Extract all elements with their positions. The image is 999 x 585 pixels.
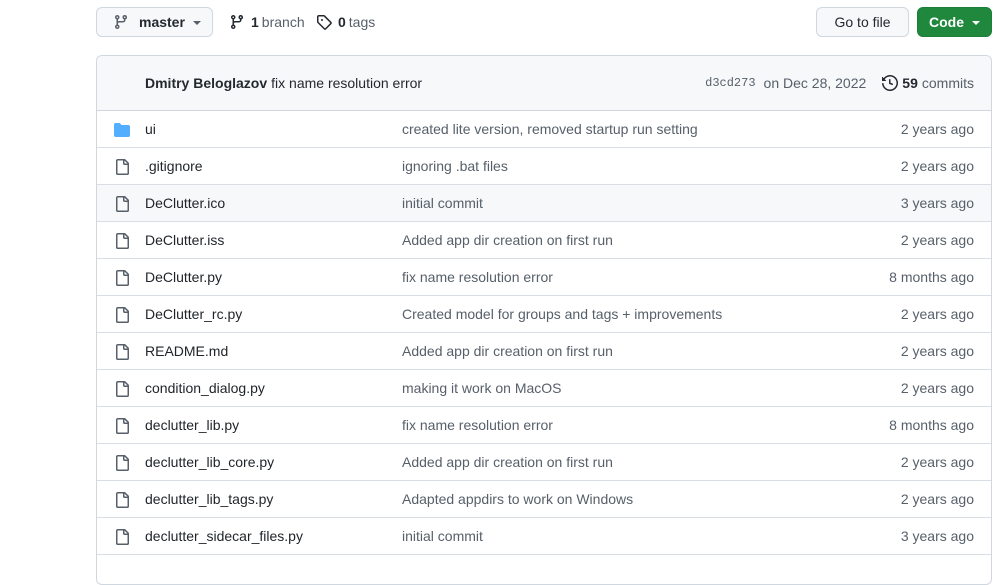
file-row[interactable]: declutter_lib_core.py Added app dir crea…	[97, 444, 991, 481]
file-row[interactable]: declutter_lib_tags.py Adapted appdirs to…	[97, 481, 991, 518]
file-icon	[114, 196, 130, 212]
file-row[interactable]: DeClutter_rc.py Created model for groups…	[97, 296, 991, 333]
file-icon	[114, 159, 130, 175]
file-commit-message[interactable]: Added app dir creation on first run	[402, 454, 613, 470]
file-row[interactable]: DeClutter.iss Added app dir creation on …	[97, 222, 991, 259]
file-commit-message[interactable]: Adapted appdirs to work on Windows	[402, 491, 633, 507]
file-name[interactable]: ui	[145, 121, 156, 137]
file-name[interactable]: declutter_sidecar_files.py	[145, 528, 303, 544]
file-name[interactable]: declutter_lib_tags.py	[145, 491, 273, 507]
file-icon	[114, 307, 130, 323]
file-icon	[114, 492, 130, 508]
file-age: 2 years ago	[900, 158, 974, 174]
file-age: 2 years ago	[900, 306, 974, 322]
git-branch-icon	[113, 14, 129, 30]
file-age: 2 years ago	[900, 454, 974, 470]
tag-count: 0	[338, 14, 346, 30]
file-name[interactable]: README.md	[145, 343, 228, 359]
commit-author[interactable]: Dmitry Beloglazov	[145, 75, 267, 91]
tag-label: tags	[348, 14, 376, 30]
file-icon	[114, 529, 130, 545]
tags-link[interactable]: 0 tags	[316, 7, 375, 37]
file-row[interactable]: declutter_lib.py fix name resolution err…	[97, 407, 991, 444]
code-button-label: Code	[929, 14, 964, 30]
branch-label: branch	[261, 14, 305, 30]
file-commit-message[interactable]: Added app dir creation on first run	[402, 343, 613, 359]
file-row[interactable]: declutter_sidecar_files.py initial commi…	[97, 518, 991, 555]
folder-icon	[114, 122, 130, 138]
branch-selector-button[interactable]: master	[96, 7, 213, 37]
file-name[interactable]: DeClutter.iss	[145, 232, 224, 248]
file-age: 2 years ago	[900, 121, 974, 137]
branch-count: 1	[251, 14, 259, 30]
file-name[interactable]: DeClutter.ico	[145, 195, 225, 211]
file-commit-message[interactable]: fix name resolution error	[402, 417, 553, 433]
commits-history-link[interactable]: 59 commits	[882, 75, 974, 91]
file-commit-message[interactable]: Added app dir creation on first run	[402, 232, 613, 248]
commits-label: commits	[921, 75, 974, 91]
go-to-file-button[interactable]: Go to file	[816, 7, 909, 37]
file-browser: Dmitry Beloglazov fix name resolution er…	[96, 55, 992, 585]
repo-toolbar: master 1 branch 0 tags Go to file Code	[96, 7, 992, 39]
file-commit-message[interactable]: Created model for groups and tags + impr…	[402, 306, 722, 322]
file-name[interactable]: DeClutter_rc.py	[145, 306, 242, 322]
branches-link[interactable]: 1 branch	[229, 7, 305, 37]
file-age: 8 months ago	[889, 417, 974, 433]
chevron-down-icon	[972, 21, 980, 25]
file-age: 8 months ago	[889, 269, 974, 285]
branch-name: master	[139, 14, 185, 30]
tag-icon	[316, 14, 332, 30]
file-age: 2 years ago	[900, 343, 974, 359]
file-name[interactable]: DeClutter.py	[145, 269, 222, 285]
commit-sha[interactable]: d3cd273	[705, 76, 755, 90]
file-row[interactable]: .gitignore ignoring .bat files 2 years a…	[97, 148, 991, 185]
file-row[interactable]: DeClutter.py fix name resolution error 8…	[97, 259, 991, 296]
file-commit-message[interactable]: ignoring .bat files	[402, 158, 508, 174]
commit-date: on Dec 28, 2022	[763, 75, 867, 91]
file-icon	[114, 270, 130, 286]
file-row[interactable]: DeClutter.ico initial commit 3 years ago	[97, 185, 991, 222]
latest-commit-bar: Dmitry Beloglazov fix name resolution er…	[97, 56, 991, 111]
code-button[interactable]: Code	[917, 7, 992, 37]
file-age: 2 years ago	[900, 491, 974, 507]
history-icon	[882, 75, 899, 91]
file-commit-message[interactable]: initial commit	[402, 195, 483, 211]
file-commit-message[interactable]: making it work on MacOS	[402, 380, 562, 396]
file-name[interactable]: declutter_lib_core.py	[145, 454, 274, 470]
file-name[interactable]: .gitignore	[145, 158, 203, 174]
file-row[interactable]: condition_dialog.py making it work on Ma…	[97, 370, 991, 407]
file-icon	[114, 455, 130, 471]
commit-message[interactable]: fix name resolution error	[271, 75, 422, 91]
file-icon	[114, 344, 130, 360]
commits-count: 59	[902, 75, 918, 91]
file-age: 3 years ago	[900, 528, 974, 544]
file-icon	[114, 381, 130, 397]
file-list: ui created lite version, removed startup…	[97, 111, 991, 555]
file-commit-message[interactable]: initial commit	[402, 528, 483, 544]
file-icon	[114, 418, 130, 434]
file-name[interactable]: condition_dialog.py	[145, 380, 265, 396]
chevron-down-icon	[192, 21, 201, 25]
file-commit-message[interactable]: fix name resolution error	[402, 269, 553, 285]
file-age: 2 years ago	[900, 232, 974, 248]
file-commit-message[interactable]: created lite version, removed startup ru…	[402, 121, 698, 137]
git-branch-icon	[229, 14, 245, 30]
file-age: 3 years ago	[900, 195, 974, 211]
file-name[interactable]: declutter_lib.py	[145, 417, 239, 433]
file-row[interactable]: README.md Added app dir creation on firs…	[97, 333, 991, 370]
file-age: 2 years ago	[900, 380, 974, 396]
folder-row[interactable]: ui created lite version, removed startup…	[97, 111, 991, 148]
file-icon	[114, 233, 130, 249]
